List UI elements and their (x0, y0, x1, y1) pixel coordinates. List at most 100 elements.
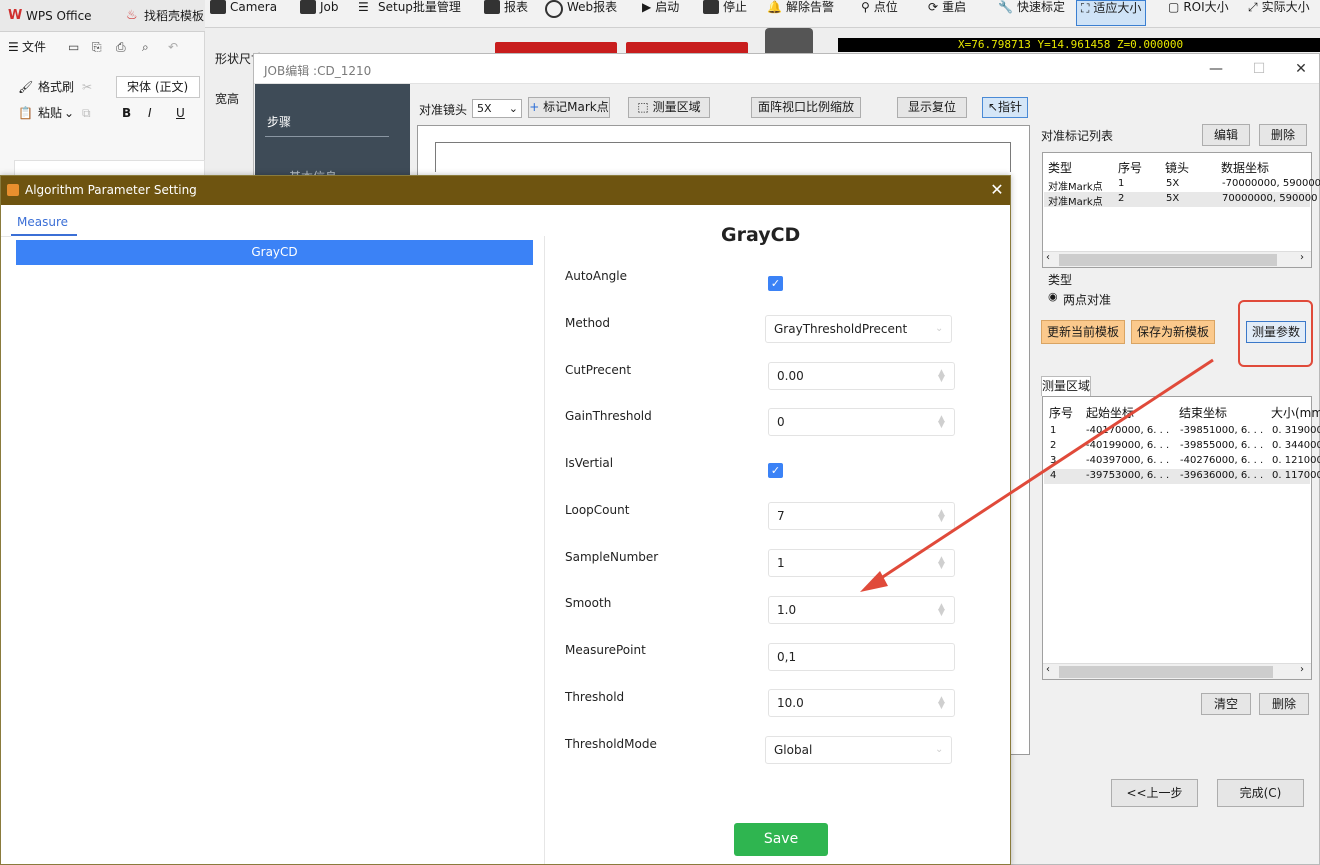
spinner-icon[interactable]: ▲ ▼ (938, 509, 946, 524)
highlight-box (1238, 300, 1313, 367)
method-select[interactable]: GrayThresholdPrecent ⌄ (765, 315, 952, 343)
close-icon[interactable]: ✕ (987, 179, 1007, 201)
export-icon[interactable]: ⎘ (92, 34, 102, 60)
toolbar-clear-alarm[interactable]: 🔔 解除告警 (767, 0, 834, 26)
table-row[interactable]: 3 -40397000, 6. . . -40276000, 6. . . 0.… (1044, 454, 1320, 469)
threshold-value: 10.0 (777, 696, 804, 710)
table-row[interactable]: 对准Mark点 2 5X 70000000, 590000 (1044, 192, 1317, 208)
toolbar-fit-size[interactable]: ⛶ 适应大小 (1076, 0, 1147, 26)
spinner-icon[interactable]: ▲ ▼ (938, 415, 946, 430)
toolbar-setup[interactable]: ☰ Setup批量管理 (358, 0, 461, 26)
tab-measure-area[interactable]: 测量区域 (1041, 376, 1091, 396)
toolbar-report[interactable]: 报表 (484, 0, 528, 26)
format-painter-button[interactable]: 格式刷 (38, 74, 74, 100)
toolbar-restart[interactable]: ⟳ 重启 (928, 0, 966, 26)
spinner-icon[interactable]: ▲ ▼ (938, 369, 946, 384)
scrollbar-thumb[interactable] (1059, 666, 1273, 678)
thresholdmode-select[interactable]: Global ⌄ (765, 736, 952, 764)
preview-icon[interactable]: ⌕ (142, 34, 149, 60)
pointer-label: 指针 (998, 100, 1023, 114)
table-row[interactable]: 对准Mark点 1 5X -70000000, 590000 (1044, 177, 1320, 193)
wps-tab-template[interactable]: ♨ 找稻壳模板 (120, 4, 205, 28)
wps-tab-label: WPS Office (26, 9, 92, 23)
threshold-input[interactable]: 10.0 ▲ ▼ (768, 689, 955, 717)
toolbar-actual-size[interactable]: ⤢ 实际大小 (1248, 0, 1310, 26)
table-row[interactable]: 1 -40170000, 6. . . -39851000, 6. . . 0.… (1044, 424, 1320, 439)
method-value: GrayThresholdPrecent (774, 322, 908, 336)
smooth-input[interactable]: 1.0 ▲ ▼ (768, 596, 955, 624)
toolbar-start[interactable]: ▶ 启动 (642, 0, 679, 26)
samplenumber-input[interactable]: 1 ▲ ▼ (768, 549, 955, 577)
update-template-button[interactable]: 更新当前模板 (1041, 320, 1125, 344)
horizontal-scrollbar[interactable]: ‹ › (1043, 663, 1311, 679)
bold-icon[interactable]: B (122, 100, 131, 126)
isvertial-checkbox[interactable]: ✓ (768, 463, 783, 478)
undo-icon[interactable]: ↶ (168, 34, 178, 60)
table-row[interactable]: 4 -39753000, 6. . . -39636000, 6. . . 0.… (1044, 469, 1320, 484)
menu-icon[interactable]: ☰ (8, 34, 19, 60)
toolbar-web-report[interactable]: Web报表 (545, 0, 617, 26)
radio-selected-icon[interactable]: ◉ (1048, 290, 1058, 303)
toolbar-roi-size[interactable]: ▢ ROI大小 (1168, 0, 1229, 26)
reset-view-button[interactable]: 显示复位 (897, 97, 967, 118)
param-label-threshold: Threshold (565, 690, 625, 704)
save-template-button[interactable]: 保存为新模板 (1131, 320, 1215, 344)
algorithm-heading: GrayCD (721, 224, 801, 246)
scrollbar-thumb[interactable] (1059, 254, 1277, 266)
font-select[interactable]: 宋体 (正文) (116, 76, 200, 98)
loopcount-input[interactable]: 7 ▲ ▼ (768, 502, 955, 530)
canvas-region (435, 142, 1011, 172)
autoangle-checkbox[interactable]: ✓ (768, 276, 783, 291)
mark-point-button[interactable]: + 标记Mark点 (528, 97, 610, 118)
clear-button[interactable]: 清空 (1201, 693, 1251, 715)
edit-button[interactable]: 编辑 (1202, 124, 1250, 146)
toolbar-label: 适应大小 (1093, 1, 1142, 15)
measure-area-button[interactable]: ⬚ 测量区域 (628, 97, 710, 118)
scale-button[interactable]: 面阵视口比例缩放 (751, 97, 861, 118)
spinner-icon[interactable]: ▲ ▼ (938, 696, 946, 711)
italic-icon[interactable]: I (148, 100, 152, 126)
spinner-icon[interactable]: ▲ ▼ (938, 556, 946, 571)
measurepoint-input[interactable]: 0,1 (768, 643, 955, 671)
save-button[interactable]: Save (734, 823, 828, 856)
toolbar-camera[interactable]: Camera (210, 0, 277, 26)
minimize-icon[interactable]: — (1201, 58, 1231, 80)
spinner-icon[interactable]: ▲ ▼ (938, 603, 946, 618)
wps-tab-bar: W WPS Office ♨ 找稻壳模板 (0, 0, 205, 32)
save-icon[interactable]: ▭ (68, 34, 79, 60)
gainthreshold-input[interactable]: 0 ▲ ▼ (768, 408, 955, 436)
pointer-button[interactable]: ↖指针 (982, 97, 1028, 118)
table-row[interactable]: 2 -40199000, 6. . . -39855000, 6. . . 0.… (1044, 439, 1320, 454)
toolbar-quick-calib[interactable]: 🔧 快速标定 (998, 0, 1065, 26)
underline-icon[interactable]: U (176, 100, 185, 126)
delete-area-button[interactable]: 删除 (1259, 693, 1309, 715)
cut-icon[interactable]: ✂ (82, 74, 92, 100)
steps-sidebar: 步骤 基本信息 (255, 84, 410, 184)
horizontal-scrollbar[interactable]: ‹ › (1043, 251, 1311, 267)
toolbar-point[interactable]: ⚲ 点位 (861, 0, 898, 26)
copy-icon[interactable]: ⧉ (82, 100, 91, 126)
print-icon[interactable]: ⎙ (116, 34, 126, 60)
close-icon[interactable]: ✕ (1286, 58, 1316, 80)
wps-tab-home[interactable]: W WPS Office (2, 4, 112, 28)
wps-format-row: 🖌 格式刷 ✂ (0, 74, 116, 100)
lens-select[interactable]: 5X ⌄ (472, 99, 522, 118)
finish-button[interactable]: 完成(C) (1217, 779, 1304, 807)
algorithm-item-graycd[interactable]: GrayCD (16, 240, 533, 265)
file-menu[interactable]: 文件 (22, 34, 46, 60)
prev-step-button[interactable]: <<上一步 (1111, 779, 1198, 807)
tab-measure[interactable]: Measure (17, 215, 68, 229)
paste-button[interactable]: 粘贴 (38, 100, 62, 126)
chevron-right-icon[interactable]: › (1300, 664, 1304, 675)
chevron-right-icon[interactable]: › (1300, 252, 1304, 263)
cutprecent-input[interactable]: 0.00 ▲ ▼ (768, 362, 955, 390)
toolbar-label: ROI大小 (1183, 0, 1229, 14)
toolbar-stop[interactable]: 停止 (703, 0, 747, 26)
chevron-left-icon[interactable]: ‹ (1046, 252, 1050, 263)
toolbar-job[interactable]: Job (300, 0, 339, 26)
delete-button[interactable]: 删除 (1259, 124, 1307, 146)
maximize-icon[interactable]: ☐ (1244, 58, 1274, 80)
chevron-down-icon[interactable]: ⌄ (64, 100, 74, 126)
chevron-left-icon[interactable]: ‹ (1046, 664, 1050, 675)
toolbar-label: Setup批量管理 (378, 0, 461, 14)
